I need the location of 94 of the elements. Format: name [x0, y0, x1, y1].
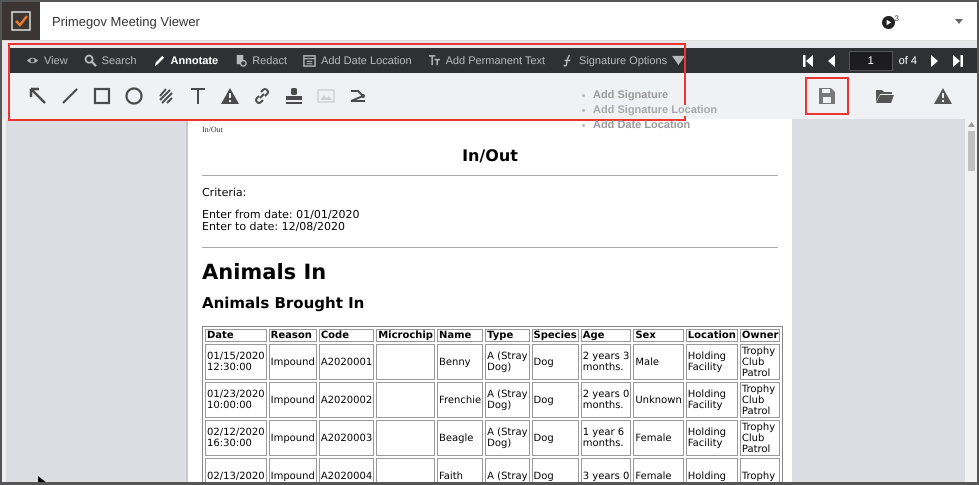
- link-tool-icon[interactable]: [252, 86, 272, 106]
- scrollbar[interactable]: [965, 119, 977, 482]
- table-cell: Holding Facility: [686, 382, 738, 418]
- window-title: Primegov Meeting Viewer: [52, 14, 201, 28]
- table-cell: Trophy: [740, 458, 780, 482]
- pen-icon: [152, 54, 166, 67]
- column-header: Reason: [268, 329, 317, 342]
- mode-tab[interactable]: Signature Options: [553, 48, 694, 73]
- table-cell: Trophy Club Patrol: [740, 382, 780, 418]
- column-header: Species: [532, 329, 579, 342]
- table-cell: A2020004: [318, 458, 374, 482]
- rectangle-tool-icon[interactable]: [92, 86, 112, 106]
- table-cell: Trophy Club Patrol: [740, 420, 780, 456]
- criteria-line: Enter to date: 12/08/2020: [202, 221, 346, 233]
- column-header: Name: [436, 329, 484, 342]
- ellipse-tool-icon[interactable]: [124, 86, 144, 106]
- calendar-icon: [303, 54, 316, 67]
- running-header: In/Out: [202, 125, 223, 134]
- play-icon[interactable]: [882, 16, 895, 28]
- page-number-field[interactable]: 1: [848, 50, 893, 70]
- last-page-icon[interactable]: [951, 54, 965, 68]
- notification-count: 3: [894, 14, 899, 22]
- table-cell: 02/13/2020: [205, 458, 267, 482]
- table-cell: Trophy Club Patrol: [740, 344, 780, 380]
- table-cell: A (Stray Dog): [485, 420, 530, 456]
- table-cell: A (Stray Dog): [485, 344, 530, 380]
- table-cell: [376, 420, 435, 456]
- table-cell: Frenchie: [436, 382, 484, 418]
- table-cell: A2020001: [318, 344, 374, 380]
- table-cell: [376, 344, 435, 380]
- text-tool-icon[interactable]: [188, 86, 208, 106]
- mode-tab[interactable]: Add Date Location: [295, 48, 420, 73]
- table-cell: Female: [633, 458, 684, 482]
- table-cell: 01/23/2020 10:00:00: [205, 382, 267, 418]
- table-cell: Holding: [686, 458, 738, 482]
- table-cell: 01/15/2020 12:30:00: [205, 344, 267, 380]
- table-cell: Benny: [436, 344, 484, 380]
- page-count: of 4: [898, 54, 917, 66]
- table-cell: Holding Facility: [686, 344, 738, 380]
- table-cell: A2020003: [318, 420, 374, 456]
- warning-tool-icon[interactable]: [220, 86, 240, 106]
- column-header: Microchip: [376, 329, 435, 342]
- table-cell: 2 years 3 months.: [580, 344, 632, 380]
- table-cell: Impound: [268, 344, 317, 380]
- table-cell: Dog: [532, 344, 579, 380]
- table-cell: Dog: [532, 420, 579, 456]
- table-cell: Impound: [268, 420, 317, 456]
- table-cell: Impound: [268, 458, 317, 482]
- first-page-icon[interactable]: [800, 54, 815, 68]
- line-tool-icon[interactable]: [60, 86, 80, 106]
- table-cell: Impound: [268, 382, 317, 418]
- column-header: Code: [318, 329, 374, 342]
- stamp-tool-icon[interactable]: [284, 86, 304, 106]
- mode-tab[interactable]: Annotate: [144, 48, 226, 73]
- table-cell: 3 years 0: [580, 458, 632, 482]
- column-header: Sex: [633, 329, 684, 342]
- redact-icon: [234, 54, 248, 67]
- table-cell: 2 years 0 months.: [580, 382, 632, 418]
- table-cell: Female: [633, 420, 684, 456]
- table-cell: 02/12/2020 16:30:00: [205, 420, 267, 456]
- mode-tab[interactable]: Add Permanent Text: [420, 48, 554, 73]
- table-cell: Male: [633, 344, 684, 380]
- arrow-tool-icon[interactable]: [28, 86, 48, 106]
- column-header: Type: [485, 329, 530, 342]
- table-cell: Dog: [532, 458, 579, 482]
- scrollbar-thumb[interactable]: [968, 131, 974, 171]
- caret-icon[interactable]: [955, 18, 963, 24]
- table-cell: Dog: [532, 382, 579, 418]
- section-heading: Animals In: [202, 260, 328, 284]
- mode-tab[interactable]: Search: [76, 48, 145, 73]
- table-cell: A (Stray Dog): [485, 382, 530, 418]
- table-cell: Unknown: [633, 382, 684, 418]
- criteria-line: Enter from date: 01/01/2020: [202, 209, 361, 221]
- column-header: Location: [686, 329, 738, 342]
- subsection-heading: Animals Brought In: [202, 294, 366, 312]
- column-header: Date: [205, 329, 267, 342]
- table-cell: 1 year 6 months.: [580, 420, 632, 456]
- column-header: Age: [580, 329, 632, 342]
- table-cell: Faith: [436, 458, 484, 482]
- scroll-up-icon[interactable]: [968, 122, 974, 127]
- mode-tab[interactable]: Redact: [226, 48, 296, 73]
- table-cell: A (Stray: [485, 458, 530, 482]
- table-cell: [376, 382, 435, 418]
- save-icon[interactable]: [805, 77, 849, 115]
- caret-icon: [672, 54, 686, 67]
- mode-tab[interactable]: View: [18, 48, 76, 73]
- table-cell: Holding Facility: [686, 420, 738, 456]
- table-cell: A2020002: [318, 382, 374, 418]
- column-header: Owner: [740, 329, 780, 342]
- table-cell: Beagle: [436, 420, 484, 456]
- criteria-label: Criteria:: [202, 186, 248, 199]
- text-icon: [428, 54, 441, 67]
- document-title: In/Out: [461, 146, 519, 165]
- search-icon: [84, 54, 97, 67]
